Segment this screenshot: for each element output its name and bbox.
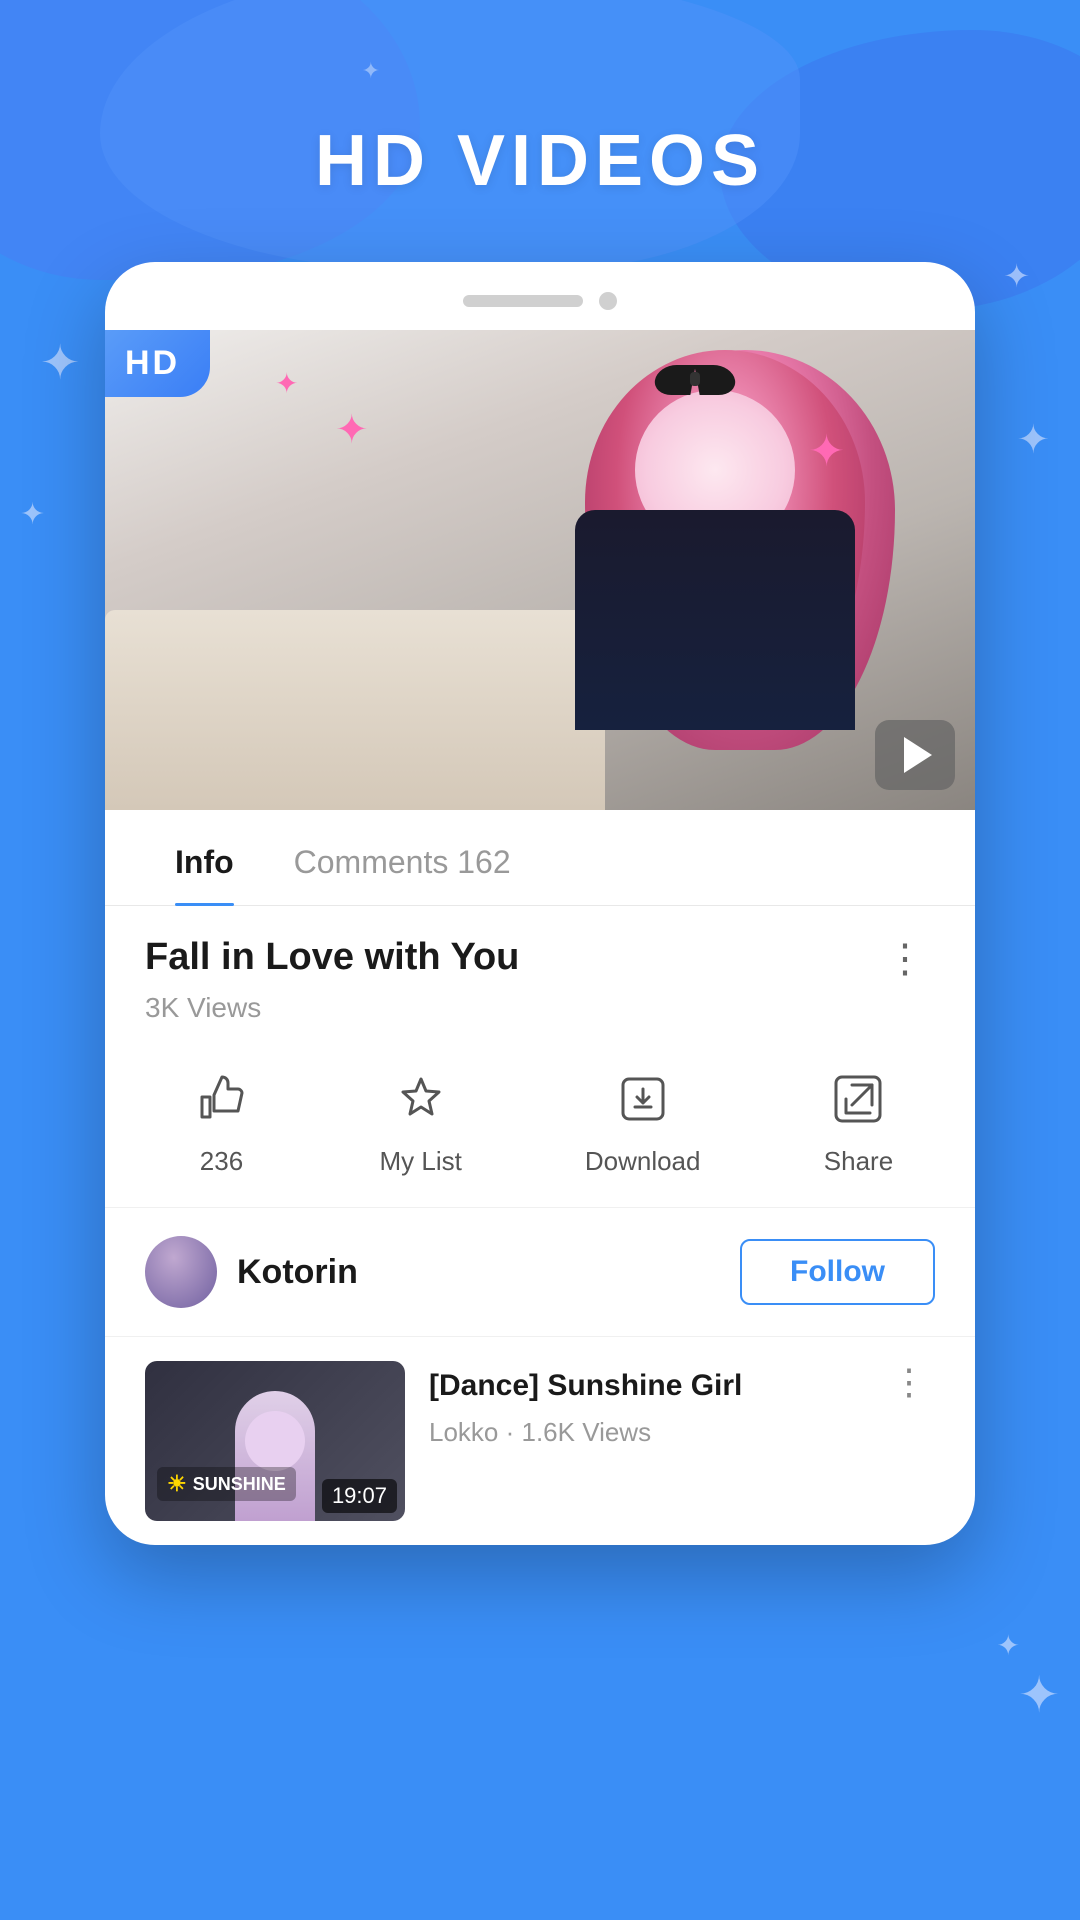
thumbs-up-icon [187, 1064, 257, 1134]
related-more-button[interactable]: ⋮ [883, 1361, 935, 1403]
play-triangle-icon [904, 737, 932, 773]
share-icon [823, 1064, 893, 1134]
download-icon [608, 1064, 678, 1134]
tab-comments[interactable]: Comments 162 [264, 820, 541, 905]
mylist-label: My List [380, 1146, 462, 1177]
phone-notch [463, 295, 583, 307]
related-thumbnail: ☀ SUNSHINE 19:07 [145, 1361, 405, 1521]
sparkle-1: ✦ [40, 340, 80, 388]
sunshine-label: ☀ SUNSHINE [157, 1467, 296, 1501]
sparkle-2: ✦ [20, 500, 45, 530]
share-label: Share [824, 1146, 893, 1177]
duration-badge: 19:07 [322, 1479, 397, 1513]
tab-info[interactable]: Info [145, 820, 264, 905]
like-count: 236 [200, 1146, 243, 1177]
play-button[interactable] [875, 720, 955, 790]
download-action[interactable]: Download [585, 1064, 701, 1177]
follow-button[interactable]: Follow [740, 1239, 935, 1305]
hd-badge: HD [105, 330, 210, 397]
download-label: Download [585, 1146, 701, 1177]
related-meta: Lokko · 1.6K Views [429, 1417, 859, 1448]
sparkle-6: ✦ [997, 1632, 1020, 1660]
star-icon [386, 1064, 456, 1134]
mylist-action[interactable]: My List [380, 1064, 462, 1177]
thumb-sparkle-1: ✦ [335, 410, 369, 450]
avatar [145, 1236, 217, 1308]
sparkle-4: ✦ [1003, 260, 1030, 292]
video-info: Fall in Love with You ⋮ 3K Views [105, 906, 975, 1034]
phone-mockup: ✦ ✦ ✦ HD Info Comments 162 Fall in Love … [105, 262, 975, 1545]
related-video-item[interactable]: ☀ SUNSHINE 19:07 [Dance] Sunshine Girl L… [105, 1337, 975, 1545]
video-views: 3K Views [145, 992, 935, 1024]
phone-camera [599, 292, 617, 310]
action-row: 236 My List Download [105, 1034, 975, 1208]
thumb-sparkle-2: ✦ [275, 370, 298, 398]
video-title: Fall in Love with You [145, 936, 519, 979]
sparkle-3: ✦ [1016, 420, 1050, 460]
like-action[interactable]: 236 [187, 1064, 257, 1177]
sofa-decoration [105, 610, 605, 810]
author-row: Kotorin Follow [105, 1208, 975, 1337]
video-thumbnail[interactable]: ✦ ✦ ✦ HD [105, 330, 975, 810]
page-title: HD VIDEOS [0, 0, 1080, 262]
share-action[interactable]: Share [823, 1064, 893, 1177]
thumb-sparkle-3: ✦ [808, 430, 845, 474]
related-info: [Dance] Sunshine Girl Lokko · 1.6K Views [429, 1361, 859, 1448]
sparkle-5: ✦ [1018, 1670, 1060, 1720]
author-info: Kotorin [145, 1236, 358, 1308]
more-options-button[interactable]: ⋮ [875, 936, 935, 982]
related-title: [Dance] Sunshine Girl [429, 1365, 859, 1407]
tab-bar: Info Comments 162 [105, 820, 975, 906]
phone-top-bar [105, 292, 975, 330]
author-name: Kotorin [237, 1253, 358, 1292]
